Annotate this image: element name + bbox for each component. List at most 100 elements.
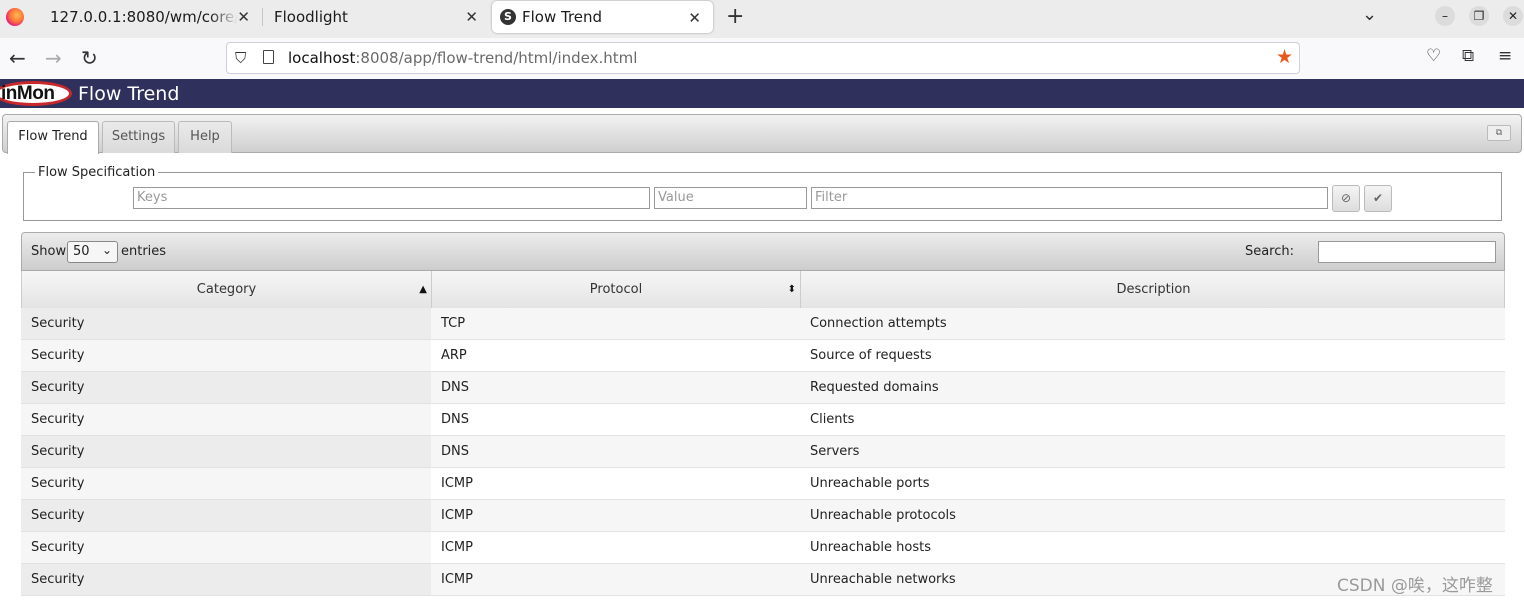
cell-protocol: ARP — [441, 348, 467, 363]
flow-specification-legend: Flow Specification — [35, 165, 159, 180]
table-row[interactable]: Security ARP Source of requests — [21, 340, 1505, 372]
firefox-icon — [6, 8, 24, 26]
browser-tab-switches-json[interactable]: 127.0.0.1:8080/wm/core/controller/switch… — [38, 0, 262, 34]
browser-tab-strip: 127.0.0.1:8080/wm/core/controller/switch… — [0, 0, 1524, 38]
show-label: Show — [31, 244, 67, 259]
cell-protocol: ICMP — [441, 508, 473, 523]
cell-category: Security — [21, 404, 431, 435]
close-tab-icon[interactable]: ✕ — [237, 8, 250, 26]
back-arrow-icon[interactable]: ← — [9, 47, 26, 69]
cell-protocol: ICMP — [441, 540, 473, 555]
page-size-select[interactable]: 50 ⌄ — [67, 241, 118, 263]
cell-description: Unreachable protocols — [810, 508, 956, 523]
restore-window-icon[interactable]: ❐ — [1469, 6, 1489, 26]
tab-flow-trend[interactable]: Flow Trend — [7, 121, 99, 154]
tab-settings[interactable]: Settings — [102, 121, 175, 153]
cell-description: Connection attempts — [810, 316, 947, 331]
browser-tab-title: Flow Trend — [522, 8, 603, 26]
chevron-down-icon: ⌄ — [101, 243, 112, 257]
cell-category: Security — [21, 532, 431, 563]
cell-description: Clients — [810, 412, 855, 427]
submit-button[interactable]: ✔ — [1364, 185, 1392, 212]
browser-tab-title: 127.0.0.1:8080/wm/core/controller/switch… — [50, 8, 238, 26]
cell-category: Security — [21, 340, 431, 371]
column-header-protocol[interactable]: Protocol ⬍ — [432, 271, 801, 308]
bookmark-star-icon[interactable]: ★ — [1276, 46, 1293, 68]
url-host: localhost — [288, 49, 356, 67]
entries-label: entries — [121, 244, 167, 259]
close-window-icon[interactable]: ✕ — [1503, 6, 1523, 26]
cell-category: Security — [21, 436, 431, 467]
search-input[interactable] — [1318, 241, 1496, 263]
table-header: Category ▲ Protocol ⬍ Description — [21, 271, 1505, 308]
cell-description: Requested domains — [810, 380, 939, 395]
table-row[interactable]: Security ICMP Unreachable networks — [21, 564, 1505, 596]
browser-tab-flow-trend[interactable]: S Flow Trend ✕ — [492, 1, 713, 33]
sort-ascending-icon: ▲ — [419, 284, 427, 295]
pocket-icon[interactable]: ♡ — [1426, 46, 1441, 66]
url-path: :8008/app/flow-trend/html/index.html — [355, 49, 638, 67]
inmon-logo: inMon — [0, 81, 72, 106]
table-row[interactable]: Security TCP Connection attempts — [21, 308, 1505, 340]
address-bar[interactable]: ⛉ localhost:8008/app/flow-trend/html/ind… — [226, 42, 1300, 74]
cell-protocol: DNS — [441, 444, 469, 459]
cell-description: Source of requests — [810, 348, 932, 363]
browser-nav-bar: ← → ↻ ⛉ localhost:8008/app/flow-trend/ht… — [0, 38, 1524, 79]
reload-icon[interactable]: ↻ — [81, 47, 98, 69]
table-row[interactable]: Security DNS Clients — [21, 404, 1505, 436]
csdn-watermark: CSDN @唉，这咋整 — [1337, 576, 1493, 596]
cell-protocol: TCP — [441, 316, 466, 331]
shield-icon[interactable]: ⛉ — [235, 49, 246, 67]
cell-description: Unreachable ports — [810, 476, 930, 491]
cell-description: Unreachable hosts — [810, 540, 931, 555]
menu-hamburger-icon[interactable]: ≡ — [1498, 46, 1512, 66]
cell-category: Security — [21, 564, 431, 595]
tab-separator — [262, 8, 263, 26]
cell-protocol: ICMP — [441, 476, 473, 491]
close-tab-icon[interactable]: ✕ — [465, 8, 478, 26]
table-toolbar: Show 50 ⌄ entries Search: — [21, 232, 1505, 271]
keys-input[interactable]: Keys — [133, 187, 650, 209]
cell-description: Servers — [810, 444, 860, 459]
column-header-description[interactable]: Description — [801, 271, 1506, 308]
app-title: Flow Trend — [78, 83, 180, 105]
extensions-icon[interactable]: ⧉ — [1462, 46, 1474, 66]
clear-button[interactable]: ⊘ — [1332, 185, 1360, 212]
page-size-value: 50 — [73, 244, 90, 259]
popout-window-icon[interactable]: ⧉ — [1487, 125, 1511, 141]
sort-both-icon: ⬍ — [787, 284, 796, 295]
list-all-tabs-chevron-icon[interactable]: ⌄ — [1362, 4, 1377, 25]
cell-category: Security — [21, 468, 431, 499]
browser-tab-floodlight[interactable]: Floodlight ✕ — [264, 0, 490, 34]
cell-category: Security — [21, 500, 431, 531]
minimize-window-icon[interactable]: – — [1435, 6, 1455, 26]
clear-icon: ⊘ — [1340, 191, 1352, 205]
close-tab-icon[interactable]: ✕ — [688, 9, 701, 27]
app-header: inMon Flow Trend — [0, 79, 1524, 108]
cell-category: Security — [21, 372, 431, 403]
forward-arrow-icon[interactable]: → — [45, 47, 62, 69]
value-input[interactable]: Value — [654, 187, 807, 209]
table-row[interactable]: Security ICMP Unreachable protocols — [21, 500, 1505, 532]
tab-help[interactable]: Help — [178, 121, 232, 153]
search-label: Search: — [1244, 244, 1294, 259]
page-icon[interactable] — [263, 50, 274, 64]
table-row[interactable]: Security DNS Servers — [21, 436, 1505, 468]
url-text[interactable]: localhost:8008/app/flow-trend/html/index… — [288, 49, 637, 67]
table-row[interactable]: Security ICMP Unreachable ports — [21, 468, 1505, 500]
checkmark-icon: ✔ — [1372, 191, 1384, 205]
app-tabs-bar: Flow Trend Settings Help ⧉ — [2, 114, 1522, 154]
table-body: Security TCP Connection attempts Securit… — [21, 308, 1505, 596]
browser-tab-title: Floodlight — [274, 8, 348, 26]
cell-category: Security — [21, 308, 431, 339]
cell-protocol: DNS — [441, 380, 469, 395]
table-row[interactable]: Security DNS Requested domains — [21, 372, 1505, 404]
new-tab-icon[interactable]: + — [726, 4, 744, 29]
table-row[interactable]: Security ICMP Unreachable hosts — [21, 532, 1505, 564]
cell-protocol: DNS — [441, 412, 469, 427]
cell-protocol: ICMP — [441, 572, 473, 587]
site-favicon-icon: S — [500, 9, 516, 25]
column-header-category[interactable]: Category ▲ — [22, 271, 432, 308]
flow-specification-fieldset: Flow Specification Keys Value Filter ⊘ ✔ — [23, 165, 1502, 221]
filter-input[interactable]: Filter — [811, 187, 1328, 209]
